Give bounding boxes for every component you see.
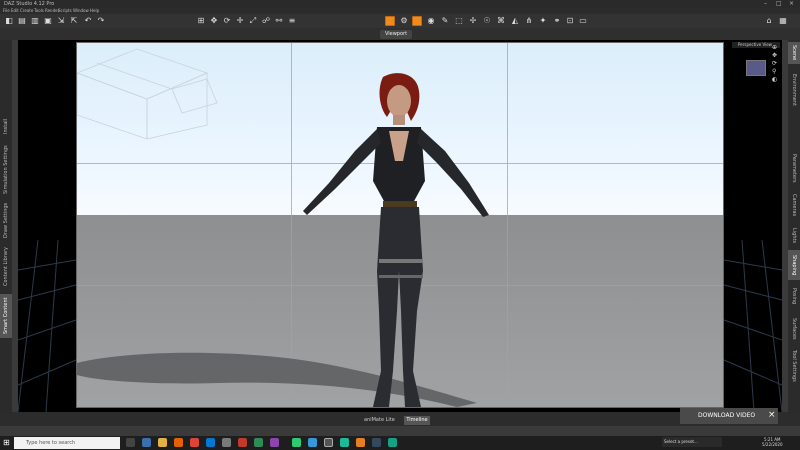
figure-setup-icon[interactable]: ☉: [482, 16, 492, 26]
viewport-nav-controls[interactable]: ⊕ ✥ ⟳ ⚲ ◐: [772, 44, 777, 84]
export-icon[interactable]: ⇱: [69, 16, 79, 26]
app-icon-6[interactable]: [308, 438, 317, 447]
app-icon-4[interactable]: [270, 438, 279, 447]
active-pose-icon[interactable]: ☍: [261, 16, 271, 26]
render-frame[interactable]: [76, 42, 724, 408]
close-icon[interactable]: ×: [789, 0, 794, 8]
app-icon-10[interactable]: [388, 438, 397, 447]
left-pane-tabs: Install Simulation Settings Draw Setting…: [0, 40, 12, 412]
chrome-icon[interactable]: [190, 438, 199, 447]
merge-file-icon[interactable]: ▥: [30, 16, 40, 26]
tab-timeline[interactable]: Timeline: [404, 416, 430, 425]
view-cube[interactable]: [746, 60, 766, 76]
home-icon[interactable]: ⌂: [764, 16, 774, 26]
daz-studio-taskbar-icon[interactable]: [324, 438, 333, 447]
close-icon[interactable]: ×: [768, 410, 776, 420]
save-icon[interactable]: ▣: [43, 16, 53, 26]
geometry-editor-icon[interactable]: ⬚: [454, 16, 464, 26]
tab-content-library[interactable]: Content Library: [0, 244, 12, 290]
align-icon[interactable]: ≡: [287, 16, 297, 26]
edge-icon[interactable]: [142, 438, 151, 447]
rotate-tool-icon[interactable]: ⟳: [222, 16, 232, 26]
file-explorer-icon[interactable]: [158, 438, 167, 447]
firefox-icon[interactable]: [174, 438, 183, 447]
app-icon-7[interactable]: [340, 438, 349, 447]
tab-animate-lite[interactable]: aniMate Lite: [364, 417, 395, 423]
render-settings-icon[interactable]: ⚙: [399, 16, 409, 26]
region-nav-icon[interactable]: ✢: [468, 16, 478, 26]
redo-icon[interactable]: ↷: [96, 16, 106, 26]
universal-tool-icon[interactable]: ✥: [209, 16, 219, 26]
task-view-icon[interactable]: [126, 438, 135, 447]
maximize-icon[interactable]: □: [776, 0, 782, 8]
app-icon-2[interactable]: [238, 438, 247, 447]
tab-smart-content[interactable]: Smart Content: [0, 294, 12, 338]
node-selection-icon[interactable]: ⊞: [196, 16, 206, 26]
app-icon-9[interactable]: [372, 438, 381, 447]
lock-icon[interactable]: ⊡: [565, 16, 575, 26]
tab-tool-settings[interactable]: Tool Settings: [788, 346, 800, 386]
tab-simulation-settings[interactable]: Simulation Settings: [0, 142, 12, 198]
download-video-banner[interactable]: DOWNLOAD VIDEO: [680, 408, 778, 424]
store-icon[interactable]: [206, 438, 215, 447]
app-icon-1[interactable]: [222, 438, 231, 447]
surface-selection-icon[interactable]: ✎: [440, 16, 450, 26]
tab-viewport[interactable]: Viewport: [380, 30, 412, 39]
right-pane-tabs: Scene Environment Parameters Cameras Lig…: [788, 40, 800, 412]
system-clock: 5:21 AM 5/22/2020: [762, 437, 783, 447]
new-scene-icon[interactable]: ◧: [4, 16, 14, 26]
camera-wireframe: [77, 48, 218, 140]
tab-scene[interactable]: Scene: [788, 42, 800, 64]
tab-surfaces[interactable]: Surfaces: [788, 314, 800, 344]
app-icon-5[interactable]: [292, 438, 301, 447]
lights-icon[interactable]: ✦: [538, 16, 548, 26]
undo-icon[interactable]: ↶: [83, 16, 93, 26]
tab-cameras[interactable]: Cameras: [788, 190, 800, 220]
translate-tool-icon[interactable]: ✛: [235, 16, 245, 26]
screenshot-icon[interactable]: ▭: [578, 16, 588, 26]
spot-render-icon[interactable]: [412, 16, 422, 26]
tab-install[interactable]: Install: [0, 112, 12, 140]
clock-date: 5/22/2020: [762, 442, 783, 447]
minimize-icon[interactable]: –: [764, 0, 767, 8]
open-file-icon[interactable]: ▤: [17, 16, 27, 26]
shader-icon[interactable]: ◭: [510, 16, 520, 26]
tab-draw-settings[interactable]: Draw Settings: [0, 200, 12, 240]
joint-editor-icon[interactable]: ⚯: [274, 16, 284, 26]
tab-parameters[interactable]: Parameters: [788, 148, 800, 188]
bone-icon[interactable]: ⋔: [524, 16, 534, 26]
windows-start-icon[interactable]: ⊞: [3, 438, 10, 447]
character-figure[interactable]: [293, 71, 493, 407]
app-icon-8[interactable]: [356, 438, 365, 447]
thirds-guide-v2: [507, 43, 508, 407]
camera-icon[interactable]: ◉: [426, 16, 436, 26]
import-icon[interactable]: ⇲: [56, 16, 66, 26]
taskbar-search-input[interactable]: Type here to search: [14, 437, 120, 449]
tab-environment[interactable]: Environment: [788, 68, 800, 112]
link-icon[interactable]: ⚭: [552, 16, 562, 26]
preset-selector[interactable]: Select a preset...: [662, 437, 722, 447]
geometry-sculptor-icon[interactable]: ⌘: [496, 16, 506, 26]
scale-tool-icon[interactable]: ⤢: [248, 16, 258, 26]
window-title: DAZ Studio 4.12 Pro: [4, 1, 55, 7]
render-icon[interactable]: [385, 16, 395, 26]
3d-viewport[interactable]: Perspective View ⊕ ✥ ⟳ ⚲ ◐: [18, 40, 782, 412]
title-bar: DAZ Studio 4.12 Pro – □ ×: [0, 0, 800, 8]
main-toolbar: ◧ ▤ ▥ ▣ ⇲ ⇱ ↶ ↷ ⊞ ✥ ⟳ ✛ ⤢ ☍ ⚯ ≡ ⚙ ◉ ✎ ⬚ …: [0, 14, 800, 29]
app-icon-3[interactable]: [254, 438, 263, 447]
tab-shaping[interactable]: Shaping: [788, 250, 800, 280]
tab-posing[interactable]: Posing: [788, 282, 800, 310]
layout-icon[interactable]: ▦: [778, 16, 788, 26]
tab-lights[interactable]: Lights: [788, 224, 800, 248]
